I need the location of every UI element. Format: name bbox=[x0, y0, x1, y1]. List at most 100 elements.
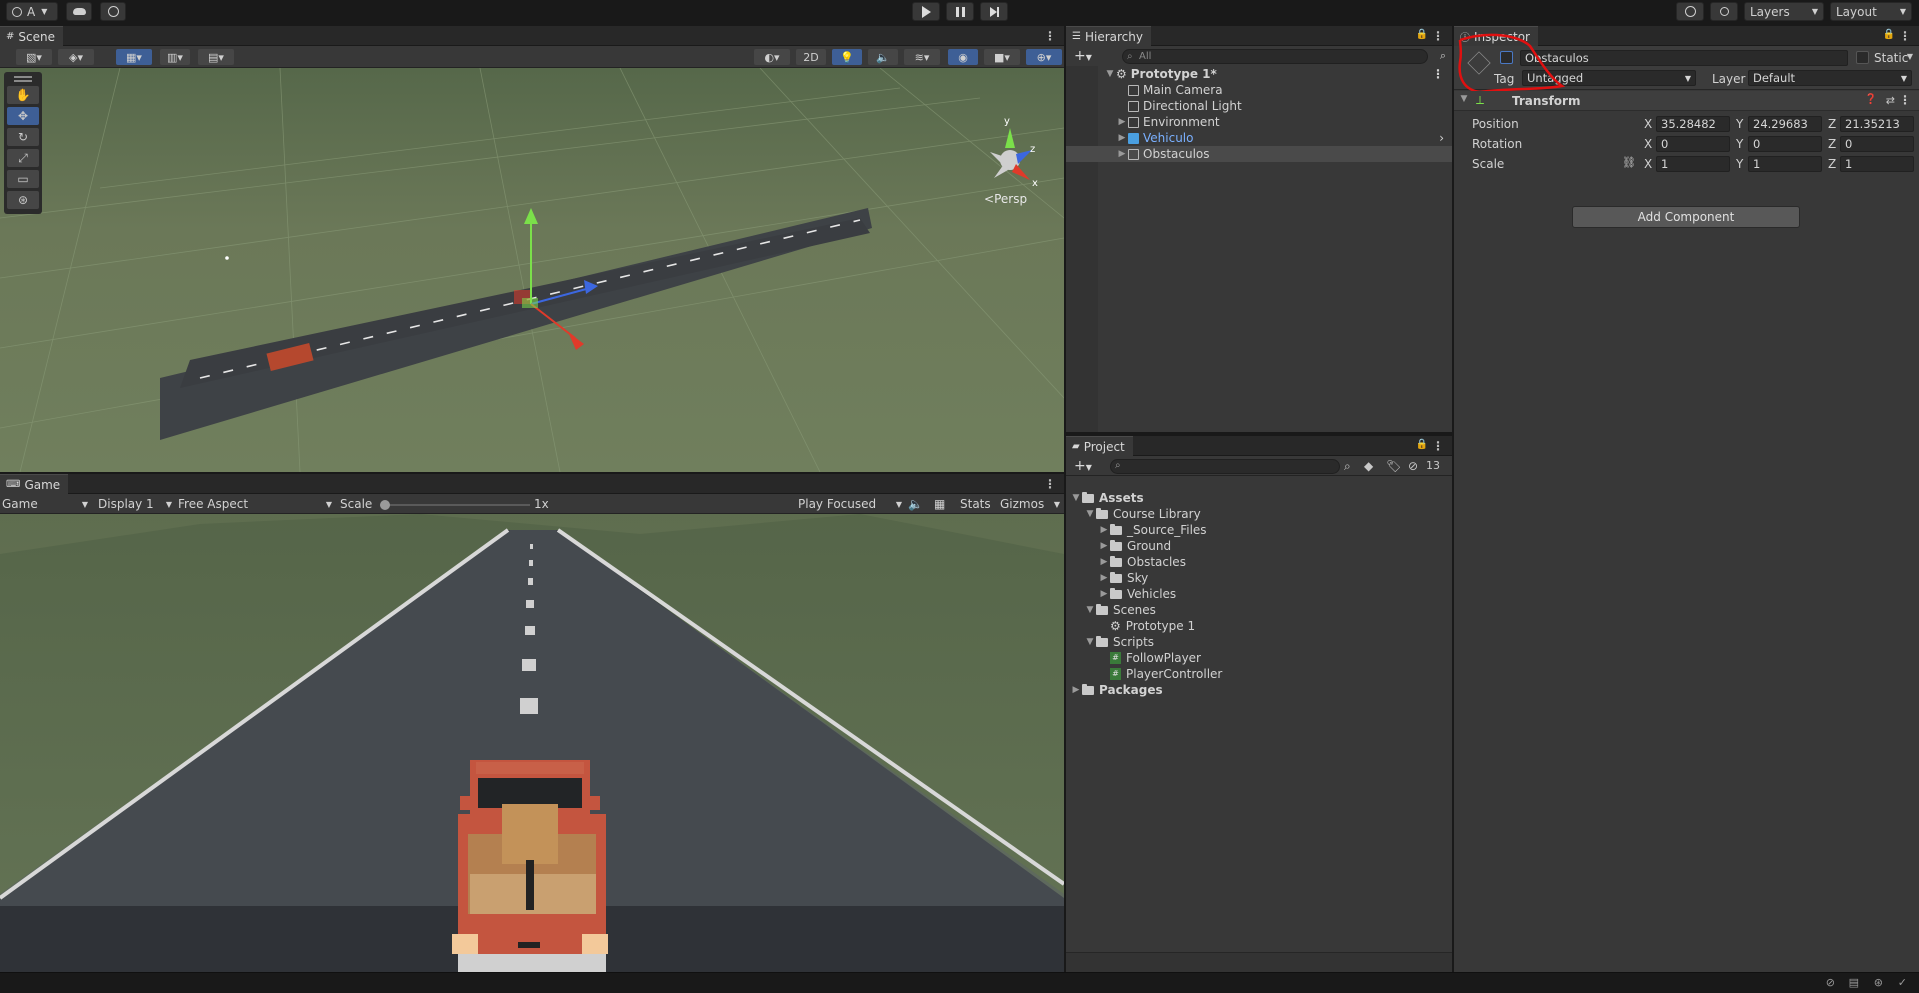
account-dropdown[interactable]: A ▼ bbox=[6, 2, 58, 21]
expand-arrow-icon[interactable]: ▼ bbox=[1458, 94, 1470, 104]
tree-item-vehicles[interactable]: ▶ Vehicles bbox=[1098, 586, 1177, 602]
tree-item-sky[interactable]: ▶ Sky bbox=[1098, 570, 1149, 586]
expand-arrow-icon[interactable]: ▶ bbox=[1116, 117, 1128, 127]
scene-root-row[interactable]: ▼ ⚙ Prototype 1* ⋮ bbox=[1104, 66, 1452, 82]
expand-arrow-icon[interactable]: ▶ bbox=[1098, 541, 1110, 551]
link-icon[interactable]: ⛓ bbox=[1622, 156, 1636, 169]
display-dropdown[interactable]: Display 1 ▼ bbox=[98, 496, 172, 512]
expand-arrow-icon[interactable]: ▼ bbox=[1084, 637, 1096, 647]
rotate-tool-icon[interactable]: ↻ bbox=[7, 128, 39, 146]
debug-icon[interactable]: ⊘ bbox=[1826, 976, 1835, 989]
visibility-button[interactable]: ◉ bbox=[948, 49, 978, 65]
transform-header[interactable]: ▼ ⟂ Transform ❓ ⇄ ⋮ bbox=[1454, 91, 1919, 111]
more-options-icon[interactable]: ⋮ bbox=[1044, 477, 1056, 491]
rotation-x-field[interactable]: 0 bbox=[1656, 136, 1730, 152]
scene-viewport[interactable]: y z x ✋ ✥ ↻ ⤢ ▭ ⊛ <Persp bbox=[0, 68, 1064, 472]
shading-button[interactable]: ◈▾ bbox=[58, 49, 94, 65]
position-y-field[interactable]: 24.29683 bbox=[1748, 116, 1822, 132]
static-checkbox[interactable] bbox=[1856, 51, 1869, 64]
scale-slider[interactable] bbox=[380, 500, 530, 510]
more-options-icon[interactable]: ⋮ bbox=[1432, 67, 1444, 81]
hierarchy-search[interactable]: ⌕ All bbox=[1122, 49, 1428, 64]
tree-item-obstacles[interactable]: ▶ Obstacles bbox=[1098, 554, 1186, 570]
lock-icon[interactable]: 🔒 bbox=[1883, 29, 1895, 40]
more-options-icon[interactable]: ⋮ bbox=[1432, 29, 1444, 43]
more-options-icon[interactable]: ⋮ bbox=[1899, 29, 1911, 43]
expand-arrow-icon[interactable]: ▶ bbox=[1070, 685, 1082, 695]
more-options-icon[interactable]: ⋮ bbox=[1044, 29, 1056, 43]
stats-button[interactable]: Stats bbox=[960, 496, 991, 512]
tree-item-course-library[interactable]: ▼ Course Library bbox=[1084, 506, 1201, 522]
lighting-button[interactable]: 💡 bbox=[832, 49, 862, 65]
step-button[interactable] bbox=[980, 2, 1008, 21]
layers-dropdown[interactable]: Layers ▼ bbox=[1744, 2, 1824, 21]
chevron-right-icon[interactable]: › bbox=[1439, 131, 1444, 145]
play-mode-dropdown[interactable]: Play Focused ▼ bbox=[798, 496, 902, 512]
rotation-z-field[interactable]: 0 bbox=[1840, 136, 1914, 152]
tab-scene[interactable]: # Scene bbox=[0, 26, 63, 46]
expand-arrow-icon[interactable]: ▼ bbox=[1084, 605, 1096, 615]
hierarchy-item-environment[interactable]: ▶ Environment bbox=[1116, 114, 1220, 130]
hierarchy-item-vehiculo[interactable]: ▶ Vehiculo › bbox=[1116, 130, 1452, 146]
toggle-2d-button[interactable]: 2D bbox=[796, 49, 826, 65]
tree-item-scripts[interactable]: ▼ Scripts bbox=[1084, 634, 1155, 650]
rect-tool-icon[interactable]: ▭ bbox=[7, 170, 39, 188]
tree-item-assets[interactable]: ▼ Assets bbox=[1070, 490, 1144, 506]
aspect-dropdown[interactable]: Free Aspect ▼ bbox=[178, 496, 332, 512]
expand-arrow-icon[interactable]: ▼ bbox=[1084, 509, 1096, 519]
render-mode-button[interactable]: ◐▾ bbox=[754, 49, 790, 65]
transform-tool-icon[interactable]: ⊛ bbox=[7, 191, 39, 209]
chevron-down-icon[interactable]: ▼ bbox=[1907, 52, 1913, 61]
preset-icon[interactable]: ⇄ bbox=[1886, 94, 1895, 107]
expand-arrow-icon[interactable]: ▶ bbox=[1098, 557, 1110, 567]
grid-snap-button[interactable]: ▦▾ bbox=[116, 49, 152, 65]
scale-y-field[interactable]: 1 bbox=[1748, 156, 1822, 172]
search-options-icon[interactable]: ⌕ bbox=[1440, 49, 1446, 63]
effects-button[interactable]: ≋▾ bbox=[904, 49, 940, 65]
camera-button[interactable]: ■▾ bbox=[984, 49, 1020, 65]
cache-icon[interactable]: ▤ bbox=[1849, 976, 1859, 989]
game-mode-dropdown[interactable]: Game ▼ bbox=[2, 496, 88, 512]
project-search[interactable]: ⌕ bbox=[1110, 459, 1340, 474]
search-options-icon[interactable]: ⌕ bbox=[1344, 459, 1351, 474]
mute-audio-icon[interactable]: 🔈 bbox=[908, 496, 923, 512]
expand-arrow-icon[interactable]: ▶ bbox=[1116, 149, 1128, 159]
game-viewport[interactable] bbox=[0, 514, 1064, 972]
tree-item-packages[interactable]: ▶ Packages bbox=[1070, 682, 1163, 698]
play-button[interactable] bbox=[912, 2, 940, 21]
help-icon[interactable]: ❓ bbox=[1865, 94, 1877, 105]
tree-item-ground[interactable]: ▶ Ground bbox=[1098, 538, 1172, 554]
layer-dropdown[interactable]: Default ▼ bbox=[1748, 70, 1912, 86]
grid-toggle-button[interactable]: ▤▾ bbox=[198, 49, 234, 65]
grid-view-icon[interactable]: ▦ bbox=[934, 496, 945, 512]
tab-game[interactable]: ⌨ Game bbox=[0, 474, 69, 494]
create-button[interactable]: +▼ bbox=[1074, 458, 1092, 474]
cloud-button[interactable] bbox=[66, 2, 92, 21]
check-icon[interactable]: ✓ bbox=[1898, 976, 1907, 989]
more-options-icon[interactable]: ⋮ bbox=[1432, 439, 1444, 453]
expand-arrow-icon[interactable]: ▶ bbox=[1098, 589, 1110, 599]
tab-project[interactable]: ▰ Project bbox=[1066, 436, 1133, 456]
tab-hierarchy[interactable]: ☰ Hierarchy bbox=[1066, 26, 1151, 46]
position-z-field[interactable]: 21.35213 bbox=[1840, 116, 1914, 132]
more-options-icon[interactable]: ⋮ bbox=[1899, 93, 1911, 107]
hand-tool-icon[interactable]: ✋ bbox=[7, 86, 39, 104]
hierarchy-item-obstaculos[interactable]: ▶ Obstaculos bbox=[1116, 146, 1210, 162]
pause-button[interactable] bbox=[946, 2, 974, 21]
gizmos-button[interactable]: ⊕▾ bbox=[1026, 49, 1062, 65]
add-button[interactable]: +▼ bbox=[1074, 48, 1092, 64]
expand-arrow-icon[interactable]: ▶ bbox=[1116, 133, 1128, 143]
scale-x-field[interactable]: 1 bbox=[1656, 156, 1730, 172]
collab-button[interactable] bbox=[100, 2, 126, 21]
persp-label[interactable]: <Persp bbox=[984, 192, 1027, 206]
expand-arrow-icon[interactable]: ▶ bbox=[1098, 573, 1110, 583]
audio-button[interactable]: 🔈 bbox=[868, 49, 898, 65]
gizmos-dropdown[interactable]: Gizmos ▼ bbox=[1000, 496, 1060, 512]
expand-arrow-icon[interactable]: ▶ bbox=[1098, 525, 1110, 535]
lock-icon[interactable]: 🔒 bbox=[1416, 439, 1428, 450]
search-button[interactable] bbox=[1710, 2, 1738, 21]
add-component-button[interactable]: Add Component bbox=[1572, 206, 1800, 228]
scale-z-field[interactable]: 1 bbox=[1840, 156, 1914, 172]
tree-item-player-controller[interactable]: # PlayerController bbox=[1110, 666, 1222, 682]
filter-label-icon[interactable]: 🏷 bbox=[1386, 459, 1401, 473]
